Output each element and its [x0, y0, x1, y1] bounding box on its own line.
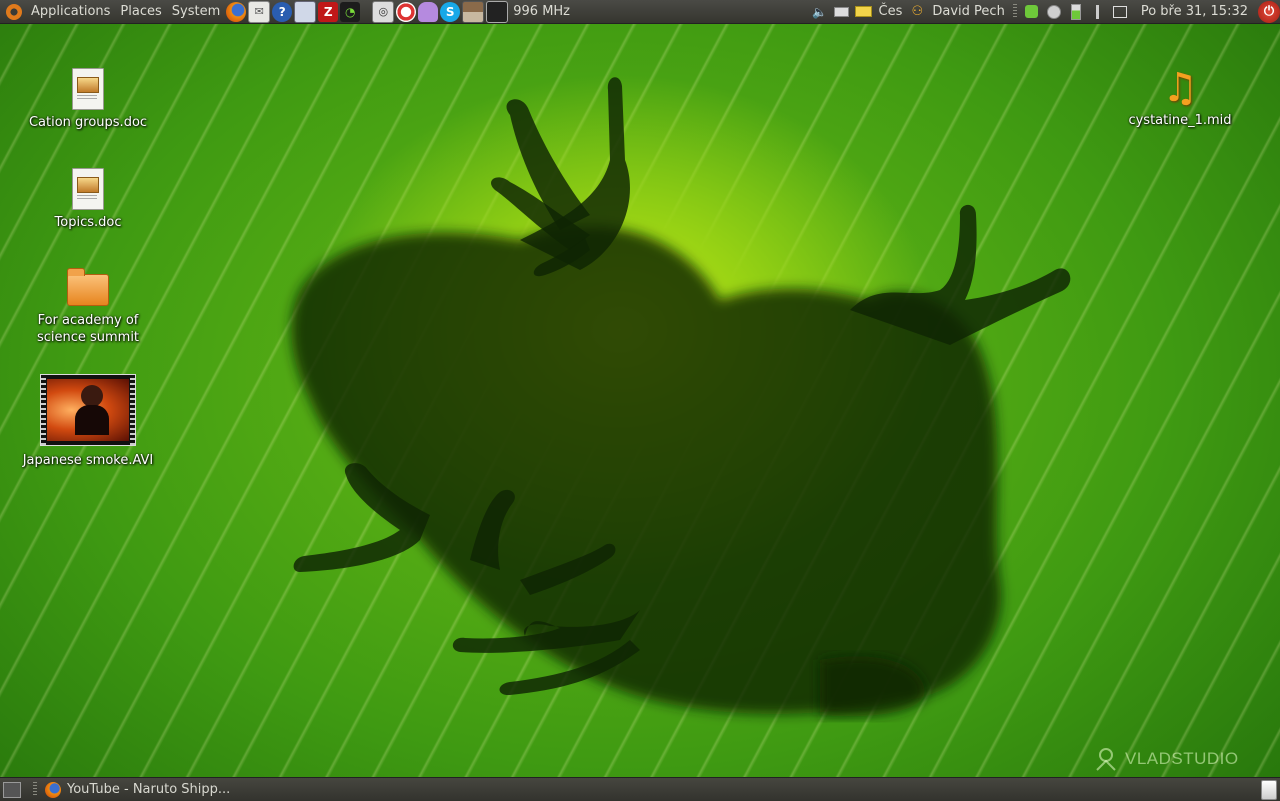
desktop-icon-cation-groups[interactable]: Cation groups.doc	[13, 68, 163, 131]
update-shield-icon[interactable]	[1023, 3, 1041, 21]
cpu-frequency: 996 MHz	[513, 4, 571, 19]
film-strip-right	[130, 375, 135, 445]
printer-icon[interactable]	[833, 3, 851, 21]
mail-envelope-icon[interactable]	[855, 3, 873, 21]
desktop-icon-topics[interactable]: Topics.doc	[13, 168, 163, 231]
menu-system[interactable]: System	[167, 0, 225, 23]
panel-drag-handle[interactable]	[1012, 4, 1017, 19]
desktop-icon-cystatine[interactable]: ♫ cystatine_1.mid	[1105, 68, 1255, 129]
media-player-icon[interactable]: ◎	[372, 0, 395, 23]
wireless-icon[interactable]	[1089, 3, 1107, 21]
volume-icon[interactable]: 🔈	[811, 3, 829, 21]
document-icon	[72, 68, 104, 110]
vladstudio-logo-icon	[1096, 748, 1116, 771]
help-icon[interactable]: ?	[272, 1, 293, 22]
lifebuoy-icon[interactable]	[396, 1, 417, 22]
filezilla-icon[interactable]: Z	[318, 1, 339, 22]
menu-applications-label: Applications	[31, 4, 111, 19]
folder-icon	[67, 268, 109, 306]
shutdown-button[interactable]: ⏻	[1258, 0, 1280, 23]
taskbar-item-label: YouTube - Naruto Shipp...	[67, 782, 231, 797]
video-thumbnail-icon	[40, 374, 136, 446]
network-status-icon[interactable]	[1045, 3, 1063, 21]
brown-square-icon[interactable]	[462, 0, 485, 23]
battery-icon[interactable]	[1067, 3, 1085, 21]
firefox-icon	[45, 781, 61, 798]
show-desktop-button[interactable]	[3, 781, 21, 798]
desktop-icon-academy-folder[interactable]: For academy of science summit	[13, 268, 163, 346]
frog-silhouette	[291, 77, 1071, 717]
music-note-icon: ♫	[1162, 65, 1198, 111]
watermark-text: VLADSTUDIO	[1125, 749, 1239, 768]
film-strip-left	[41, 375, 46, 445]
menu-places[interactable]: Places	[115, 0, 166, 23]
user-name[interactable]: David Pech	[928, 4, 1008, 19]
menu-applications[interactable]: Applications	[26, 0, 115, 23]
desktop-icon-label: Japanese smoke.AVI	[22, 453, 154, 468]
person-head	[81, 385, 103, 407]
swirl-icon[interactable]: ◔	[340, 1, 361, 22]
document-icon	[72, 168, 104, 210]
cpu-monitor-icon[interactable]	[486, 0, 509, 23]
menu-places-label: Places	[120, 4, 162, 19]
mail-icon[interactable]: ✉	[248, 0, 271, 23]
desktop-icon-label: Cation groups.doc	[28, 115, 148, 130]
desktop-icon-label: Topics.doc	[54, 215, 122, 230]
taskbar-item-youtube[interactable]: YouTube - Naruto Shipp...	[41, 779, 239, 800]
desktop-icon-japanese-smoke[interactable]: Japanese smoke.AVI	[13, 374, 163, 469]
trash-icon[interactable]	[1261, 780, 1277, 800]
person-body	[75, 405, 109, 435]
desktop-icon-label: For academy of science summit	[36, 313, 140, 345]
panel-drag-handle[interactable]	[33, 782, 37, 797]
user-switcher-icon[interactable]: ⚇	[908, 3, 926, 21]
desktop-icon-label: cystatine_1.mid	[1128, 113, 1232, 128]
pidgin-icon[interactable]	[418, 1, 439, 22]
clock[interactable]: Po bře 31, 15:32	[1131, 4, 1252, 19]
keyboard-layout[interactable]: Čes	[875, 4, 907, 19]
video-frame	[47, 379, 129, 441]
skype-icon[interactable]: S	[440, 1, 461, 22]
vladstudio-watermark: VLADSTUDIO	[1093, 744, 1239, 774]
ubuntu-logo-icon[interactable]	[6, 3, 22, 20]
top-panel: Applications Places System ✉ ? Z ◔ ◎ S 9…	[0, 0, 1280, 24]
bottom-panel: YouTube - Naruto Shipp...	[0, 777, 1280, 801]
network-icon[interactable]	[294, 0, 317, 23]
menu-system-label: System	[171, 4, 221, 19]
workspace-switcher-icon[interactable]	[1111, 3, 1129, 21]
firefox-icon[interactable]	[226, 1, 247, 22]
